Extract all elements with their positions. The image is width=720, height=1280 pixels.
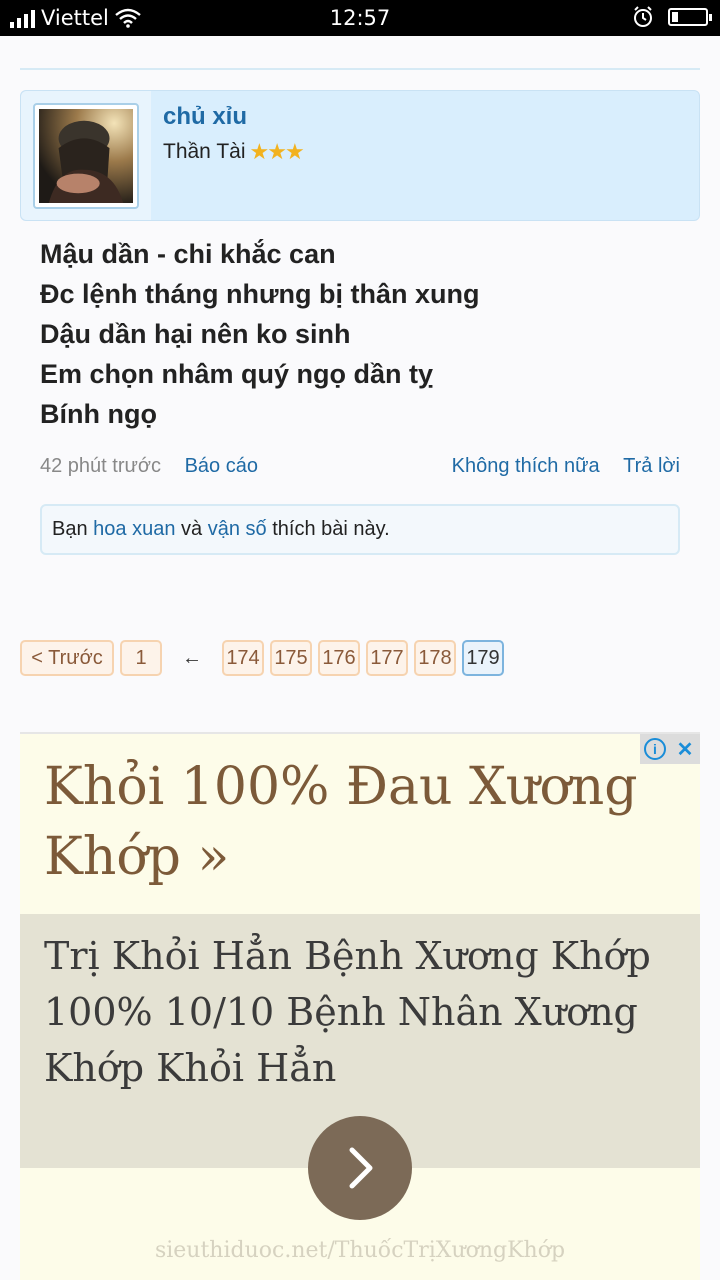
- liker-link[interactable]: vận số: [208, 518, 267, 540]
- report-link[interactable]: Báo cáo: [185, 455, 258, 477]
- divider: [20, 68, 700, 70]
- unlike-link[interactable]: Không thích nữa: [452, 455, 600, 477]
- post-actions: Không thích nữa Trả lời: [434, 455, 680, 478]
- message-line: Đc lệnh tháng nhưng bị thân xung: [40, 279, 480, 309]
- avatar-image: [39, 109, 133, 203]
- clock: 12:57: [329, 6, 391, 30]
- liker-link[interactable]: hoa xuan: [93, 518, 175, 540]
- rank-stars-icon: ★★★: [249, 139, 305, 164]
- message-line: Em chọn nhâm quý ngọ dần tỵ: [40, 359, 434, 389]
- ad-open-button[interactable]: [308, 1116, 412, 1220]
- close-icon[interactable]: ✕: [670, 734, 700, 764]
- post-message: Mậu dần - chi khắc can Đc lệnh tháng như…: [40, 234, 480, 434]
- battery-icon: [668, 8, 712, 26]
- user-title: Thần Tài ★★★: [163, 139, 305, 165]
- message-line: Bính ngọ: [40, 399, 157, 429]
- user-rank: Thần Tài: [163, 140, 246, 163]
- reply-link[interactable]: Trả lời: [623, 455, 680, 477]
- post-author-header: chủ xỉu Thần Tài ★★★: [20, 90, 700, 221]
- post-time[interactable]: 42 phút trước: [40, 455, 161, 477]
- ad-title[interactable]: Khỏi 100% Đau Xương Khớp »: [44, 752, 644, 892]
- likes-summary: Bạn hoa xuan và vận số thích bài này.: [40, 504, 680, 555]
- username-link[interactable]: chủ xỉu: [163, 103, 247, 131]
- advertisement[interactable]: i ✕ Khỏi 100% Đau Xương Khớp » Trị Khỏi …: [20, 732, 700, 1280]
- ad-controls: i ✕: [640, 734, 700, 764]
- post-meta: 42 phút trước Báo cáo Không thích nữa Tr…: [40, 455, 680, 478]
- avatar-panel: [21, 91, 151, 220]
- likes-prefix: Bạn: [52, 518, 88, 540]
- page-jump-arrow[interactable]: ←: [168, 647, 216, 670]
- message-line: Mậu dần - chi khắc can: [40, 239, 336, 269]
- page-link[interactable]: 176: [318, 640, 360, 676]
- info-icon[interactable]: i: [640, 734, 670, 764]
- message-line: Dậu dần hại nên ko sinh: [40, 319, 351, 349]
- avatar[interactable]: [33, 103, 139, 209]
- status-right: [632, 6, 712, 28]
- prev-page-button[interactable]: < Trước: [20, 640, 114, 676]
- pagination: < Trước 1 ← 174 175 176 177 178 179: [20, 640, 510, 676]
- likes-suffix: thích bài này.: [272, 518, 390, 540]
- status-bar: Viettel 12:57: [0, 0, 720, 36]
- page-link[interactable]: 177: [366, 640, 408, 676]
- page-link[interactable]: 174: [222, 640, 264, 676]
- page-link[interactable]: 178: [414, 640, 456, 676]
- chevron-right-icon: [349, 1147, 373, 1189]
- page-link-first[interactable]: 1: [120, 640, 162, 676]
- alarm-icon: [634, 6, 652, 27]
- ad-url[interactable]: sieuthiduoc.net/ThuốcTrịXươngKhớp: [20, 1238, 700, 1263]
- page-link-current: 179: [462, 640, 504, 676]
- page-link[interactable]: 175: [270, 640, 312, 676]
- likes-conj: và: [181, 518, 203, 540]
- ad-description: Trị Khỏi Hẳn Bệnh Xương Khớp 100% 10/10 …: [44, 934, 651, 1090]
